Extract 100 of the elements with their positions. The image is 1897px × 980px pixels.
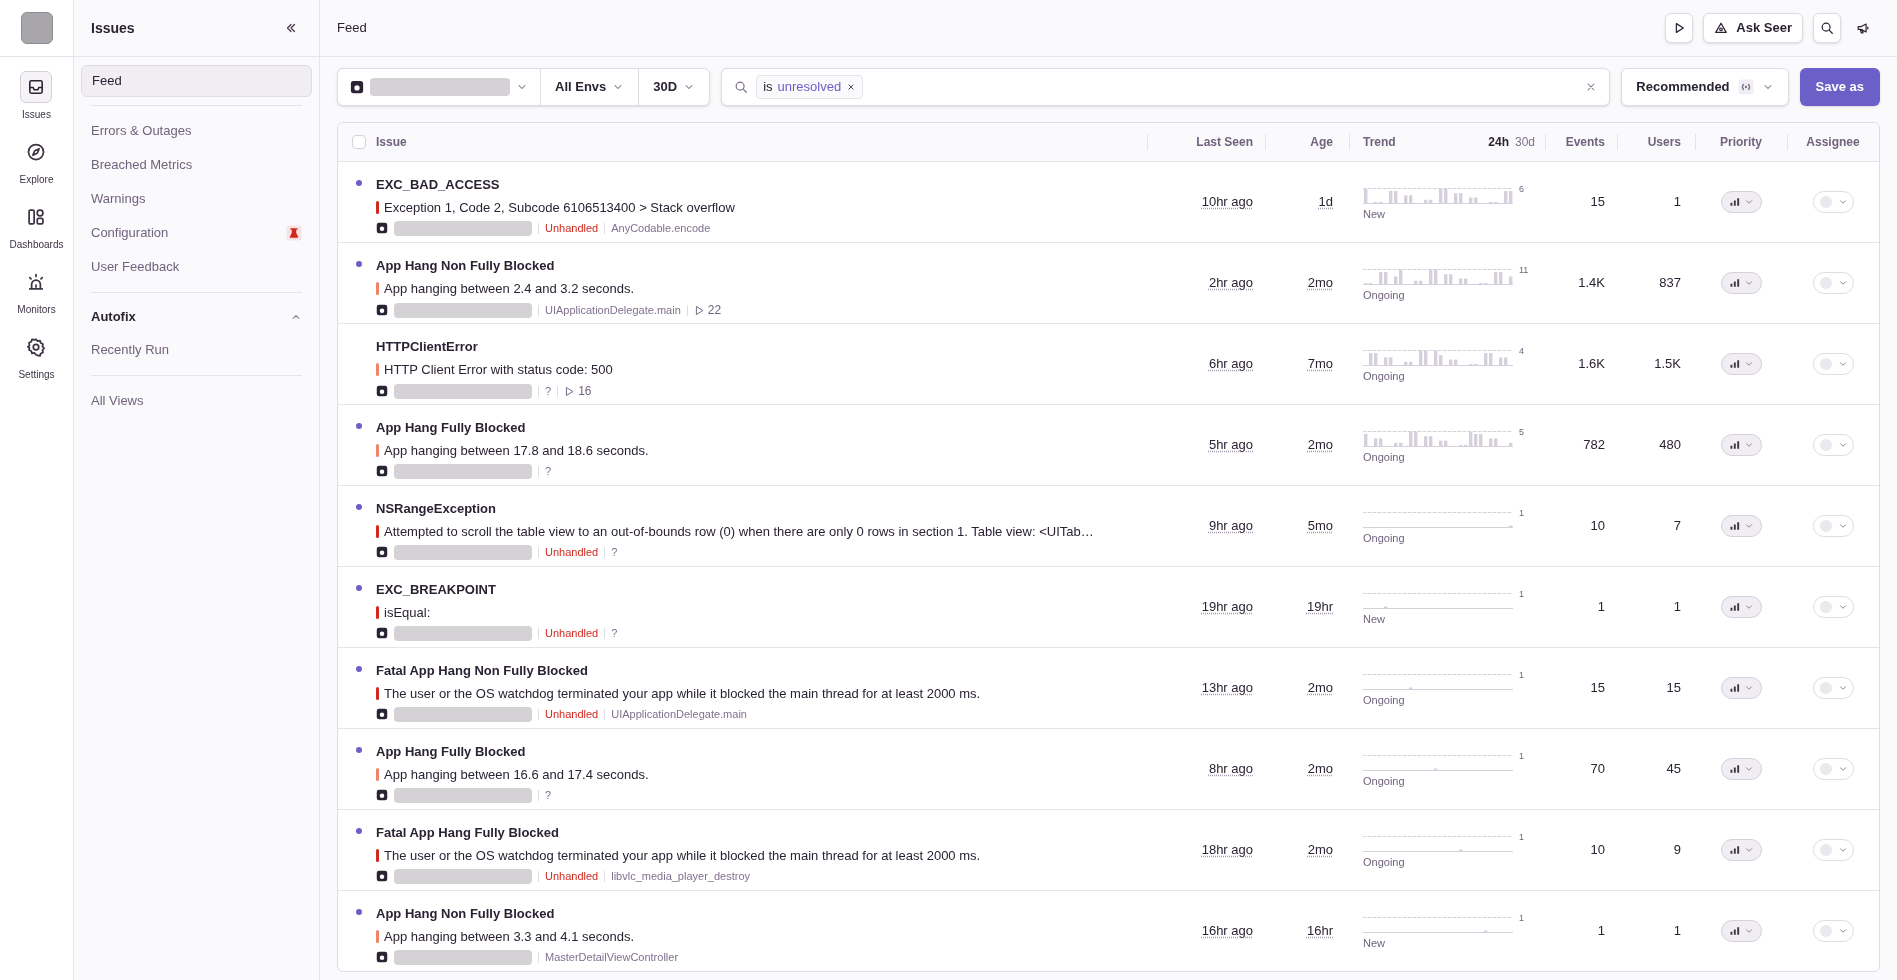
play-icon (693, 304, 705, 316)
trend-status: Ongoing (1363, 288, 1406, 304)
last-seen-text: 18hr ago (1201, 841, 1253, 860)
logo-square[interactable] (20, 12, 53, 44)
priority-dropdown[interactable] (1720, 434, 1762, 456)
save-as-button[interactable]: Save as (1799, 68, 1880, 106)
chevron-down-icon (1837, 440, 1848, 450)
chevron-down-icon (1837, 926, 1848, 936)
issue-title[interactable]: EXC_BAD_ACCESS (376, 175, 735, 195)
chevron-down-icon (1743, 197, 1754, 207)
last-seen-text: 13hr ago (1201, 679, 1253, 698)
period-toggle[interactable]: 24h (1488, 133, 1509, 151)
avatar-placeholder-icon (1818, 276, 1833, 290)
column-header: Last Seen (1196, 134, 1253, 151)
avatar-placeholder-icon (1818, 924, 1833, 938)
priority-dropdown[interactable] (1720, 353, 1762, 375)
avatar-placeholder-icon (1818, 600, 1833, 614)
last-seen-text: 16hr ago (1201, 922, 1253, 941)
ask-seer-button[interactable]: Ask Seer (1703, 13, 1803, 43)
app-icon (376, 385, 388, 397)
priority-dropdown[interactable] (1720, 920, 1762, 942)
search-icon (1820, 21, 1834, 35)
sidebar-item[interactable]: Feed (81, 65, 312, 97)
play-button[interactable] (1665, 13, 1694, 43)
issue-title[interactable]: App Hang Non Fully Blocked (376, 256, 722, 276)
chevron-down-icon (1743, 440, 1754, 450)
play-icon (564, 385, 576, 397)
priority-bars-icon (1728, 763, 1741, 775)
priority-dropdown[interactable] (1720, 839, 1762, 861)
nav-item[interactable]: Explore (19, 136, 54, 187)
trend-max-label: 1 (1519, 752, 1524, 762)
select-all-checkbox[interactable] (352, 135, 366, 149)
priority-dropdown[interactable] (1720, 515, 1762, 537)
nav-item[interactable]: Issues (20, 71, 53, 122)
issue-title[interactable]: EXC_BREAKPOINT (376, 580, 618, 600)
age-text: 5mo (1307, 517, 1333, 536)
nav-item[interactable]: Monitors (17, 266, 56, 317)
issues-icon (20, 71, 53, 103)
eye-triangle-icon (1714, 21, 1729, 35)
sidebar-item[interactable]: Recently Run (81, 333, 312, 367)
users-count: 1.5K (1654, 355, 1681, 374)
issue-title[interactable]: HTTPClientError (376, 337, 613, 357)
last-seen-text: 2hr ago (1208, 274, 1253, 293)
issue-title[interactable]: App Hang Non Fully Blocked (376, 904, 679, 924)
flask-badge-icon (286, 225, 302, 241)
issue-title[interactable]: Fatal App Hang Non Fully Blocked (376, 661, 981, 681)
period-toggle[interactable]: 30d (1514, 133, 1535, 151)
column-header: Issue (376, 134, 407, 151)
priority-dropdown[interactable] (1720, 191, 1762, 213)
priority-bars-icon (1728, 844, 1741, 856)
sidebar-item[interactable]: Breached Metrics (81, 148, 312, 182)
priority-bars-icon (1728, 196, 1741, 208)
issue-message: The user or the OS watchdog terminated your app while it blocked the main thread for at least 2000 ms. (384, 684, 981, 703)
sort-dropdown[interactable]: Recommended (1621, 68, 1789, 106)
priority-bars-icon (1728, 601, 1741, 613)
issue-message: App hanging between 17.8 and 18.6 seconds. (384, 441, 649, 460)
avatar-placeholder-icon (1818, 762, 1833, 776)
priority-dropdown[interactable] (1720, 758, 1762, 780)
events-count: 70 (1590, 760, 1605, 779)
sidebar-item[interactable]: Configuration (81, 216, 312, 250)
sidebar-item[interactable]: All Views (81, 384, 312, 418)
search-button[interactable] (1813, 13, 1841, 43)
trend-max-label: 11 (1519, 266, 1529, 276)
users-count: 1 (1673, 193, 1681, 212)
issue-title[interactable]: Fatal App Hang Fully Blocked (376, 823, 981, 843)
sidebar-item[interactable]: Errors & Outages (81, 114, 312, 148)
issue-message: The user or the OS watchdog terminated your app while it blocked the main thread for at least 2000 ms. (384, 846, 981, 865)
sidebar-title: Issues (91, 18, 135, 38)
chevron-down-icon (1837, 197, 1848, 207)
issue-message: isEqual: (384, 603, 431, 622)
trend-max-label: 5 (1519, 428, 1524, 438)
section-header[interactable]: Autofix (81, 301, 312, 333)
issue-title[interactable]: App Hang Fully Blocked (376, 742, 649, 762)
events-count: 782 (1583, 436, 1605, 455)
priority-dropdown[interactable] (1720, 677, 1762, 699)
nav-item[interactable]: Settings (18, 331, 55, 382)
age-text: 19hr (1306, 598, 1333, 617)
token-value: unresolved (777, 78, 842, 97)
issue-title[interactable]: App Hang Fully Blocked (376, 418, 649, 438)
users-count: 45 (1666, 760, 1681, 779)
priority-dropdown[interactable] (1720, 272, 1762, 294)
replay-count[interactable]: 16 (564, 382, 592, 400)
unhandled-label: Unhandled (545, 707, 599, 722)
issue-message: Attempted to scroll the table view to an out-of-bounds row (0) when there are only 0 rows in section 1. Table view: <UITab… (384, 522, 1094, 541)
issue-title[interactable]: NSRangeException (376, 499, 1094, 519)
filter-token[interactable]: is unresolved (756, 75, 864, 99)
column-header: Assignee (1806, 134, 1860, 151)
priority-dropdown[interactable] (1720, 596, 1762, 618)
remove-icon (846, 82, 857, 92)
trend-max-label: 1 (1519, 671, 1524, 681)
issue-message: App hanging between 2.4 and 3.2 seconds. (384, 279, 635, 298)
search-field[interactable]: is unresolved (721, 68, 1611, 106)
sidebar-item[interactable]: Warnings (81, 182, 312, 216)
sidebar-item[interactable]: User Feedback (81, 250, 312, 284)
last-seen-text: 10hr ago (1201, 193, 1253, 212)
replay-count[interactable]: 22 (693, 301, 722, 319)
chevron-down-icon (1837, 521, 1848, 531)
nav-item[interactable]: Dashboards (9, 201, 64, 252)
trend-max-label: 1 (1519, 833, 1524, 843)
item-label: Breached Metrics (91, 156, 193, 175)
